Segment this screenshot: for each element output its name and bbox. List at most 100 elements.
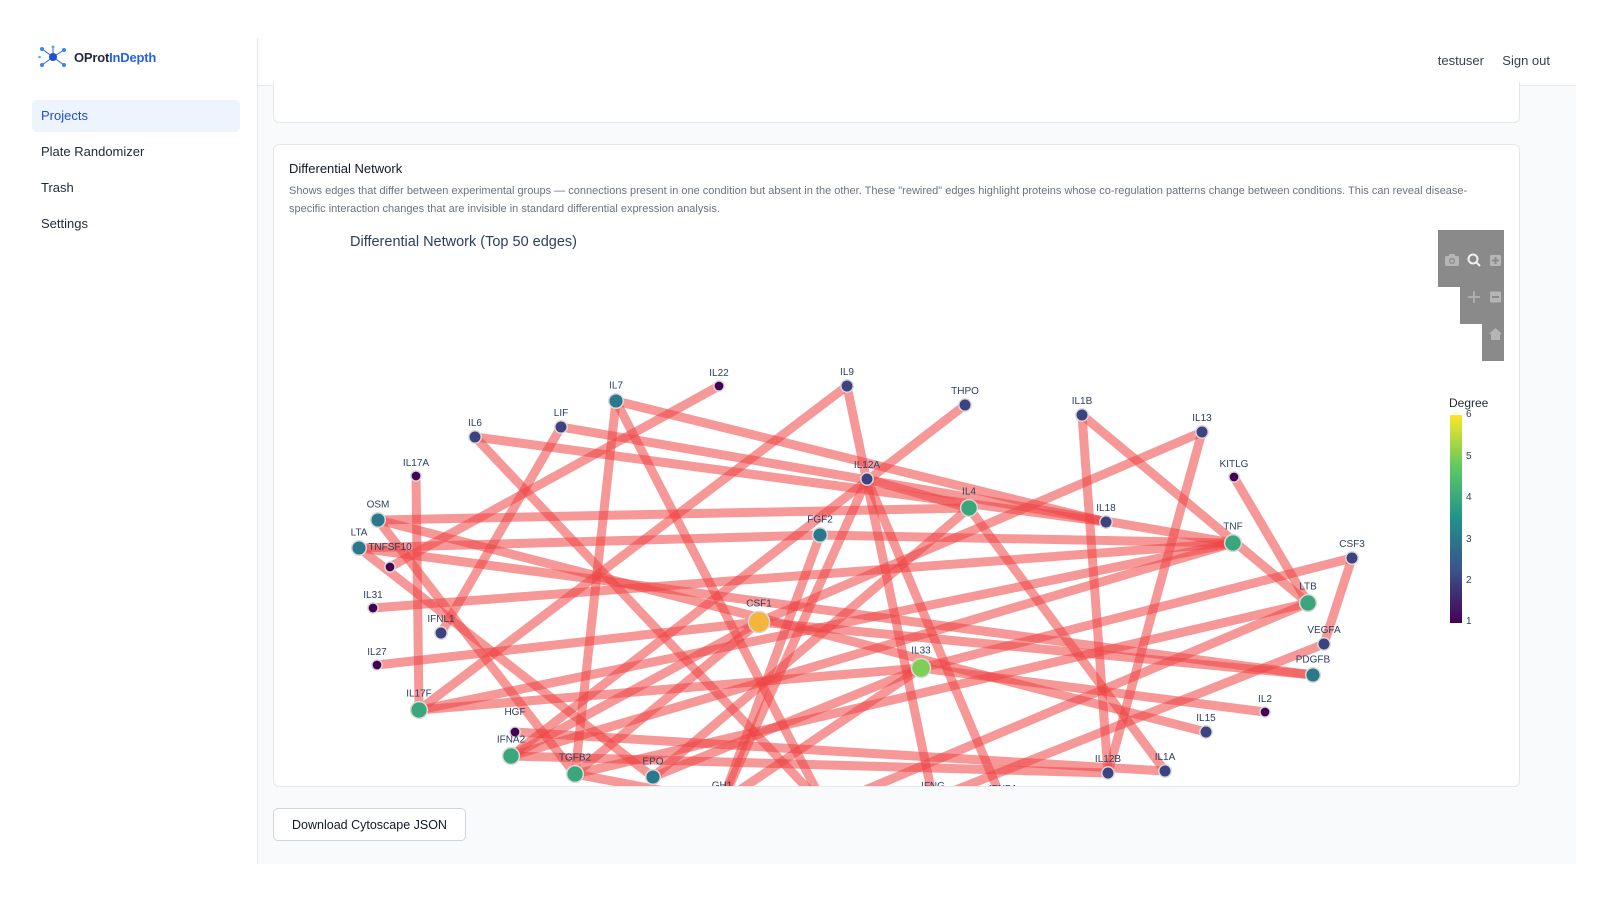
download-cytoscape-json-button[interactable]: Download Cytoscape JSON	[273, 808, 466, 841]
network-node[interactable]	[1223, 533, 1243, 553]
sidebar: OProtInDepth Projects Plate Randomizer T…	[32, 38, 256, 864]
network-node[interactable]	[409, 700, 429, 720]
network-node[interactable]	[468, 430, 482, 444]
network-node[interactable]	[371, 659, 383, 671]
network-edge	[1077, 414, 1113, 774]
network-node[interactable]	[713, 380, 725, 392]
brand-name-part: OProt	[74, 49, 110, 65]
sidebar-item-projects[interactable]: Projects	[32, 100, 240, 132]
node-label: IL12A	[854, 460, 880, 471]
zoom-icon[interactable]	[1467, 253, 1481, 267]
zoom-out-icon[interactable]	[1490, 291, 1501, 303]
node-label: TNFSF10	[368, 542, 412, 553]
network-node[interactable]	[369, 511, 387, 529]
plot-modebar	[1438, 230, 1504, 361]
node-label: IL4	[962, 487, 976, 498]
home-icon[interactable]	[1489, 328, 1502, 340]
network-node[interactable]	[1075, 408, 1089, 422]
network-node[interactable]	[384, 561, 396, 573]
camera-icon[interactable]	[1445, 254, 1459, 266]
network-node[interactable]	[554, 420, 568, 434]
node-label: IL27	[367, 647, 387, 658]
node-label: GH1	[712, 781, 733, 786]
network-node[interactable]	[607, 392, 625, 410]
pan-icon[interactable]	[1468, 291, 1480, 303]
sidebar-item-trash[interactable]: Trash	[32, 172, 240, 204]
node-label: IFNA2	[497, 735, 526, 746]
network-edge	[842, 385, 935, 786]
node-label: EPO	[642, 757, 663, 768]
network-node[interactable]	[1101, 766, 1115, 780]
network-node[interactable]	[350, 539, 368, 557]
network-node[interactable]	[434, 626, 448, 640]
page-bottom	[0, 864, 1600, 900]
brand-name: OProtInDepth	[74, 50, 156, 65]
network-node[interactable]	[811, 526, 829, 544]
node-label: IL9	[840, 367, 854, 378]
network-node[interactable]	[860, 472, 874, 486]
network-node[interactable]	[1345, 551, 1359, 565]
network-node[interactable]	[501, 746, 521, 766]
colorbar	[1450, 415, 1462, 623]
node-label: LTA	[351, 528, 368, 539]
network-node[interactable]	[958, 398, 972, 412]
network-node[interactable]	[1199, 725, 1213, 739]
network-node[interactable]	[1259, 706, 1271, 718]
brand-logo[interactable]: OProtInDepth	[38, 45, 156, 68]
node-label: IL17F	[406, 689, 432, 700]
network-node[interactable]	[1228, 471, 1240, 483]
node-label: IL13	[1192, 413, 1212, 424]
top-bar: testuser Sign out	[258, 38, 1576, 86]
network-node[interactable]	[1099, 515, 1113, 529]
zoom-in-icon[interactable]	[1490, 255, 1501, 266]
sign-out-link[interactable]: Sign out	[1502, 53, 1550, 68]
node-label: IFNG	[921, 781, 945, 786]
network-node[interactable]	[644, 768, 662, 786]
network-edge	[411, 475, 424, 711]
plot-title: Differential Network (Top 50 edges)	[350, 234, 577, 250]
network-edge	[376, 617, 760, 670]
node-label: IL6	[468, 418, 482, 429]
network-node[interactable]	[367, 602, 379, 614]
modebar-icons	[1445, 253, 1502, 340]
node-label: FGF2	[807, 515, 833, 526]
node-label: LIF	[554, 408, 568, 419]
node-label: CSF3	[1339, 539, 1365, 550]
node-label: IL1A	[1155, 752, 1176, 763]
node-label: IFNB1	[989, 784, 1018, 786]
node-label: IL1B	[1072, 396, 1093, 407]
network-node[interactable]	[910, 657, 932, 679]
network-node[interactable]	[1317, 637, 1331, 651]
sidebar-item-plate-randomizer[interactable]: Plate Randomizer	[32, 136, 240, 168]
network-node[interactable]	[1304, 666, 1322, 684]
colorbar-tick: 1	[1466, 616, 1472, 627]
network-node[interactable]	[747, 610, 771, 634]
node-label: OSM	[367, 500, 390, 511]
node-label: TGFB2	[559, 753, 592, 764]
network-node[interactable]	[565, 764, 585, 784]
colorbar-tick: 4	[1466, 492, 1472, 503]
node-label: LTB	[1299, 582, 1317, 593]
network-node[interactable]	[1158, 764, 1172, 778]
node-label: KITLG	[1220, 459, 1249, 470]
node-label: IL33	[911, 646, 931, 657]
app-window: OProtInDepth Projects Plate Randomizer T…	[32, 38, 1576, 864]
network-node[interactable]	[1195, 425, 1209, 439]
network-node[interactable]	[959, 498, 979, 518]
main-content: Differential Network Shows edges that di…	[258, 82, 1576, 864]
network-node[interactable]	[410, 470, 422, 482]
colorbar-tick: 3	[1466, 534, 1472, 545]
node-label: TNF	[1223, 522, 1242, 533]
node-label: IL2	[1258, 694, 1272, 705]
sidebar-item-settings[interactable]: Settings	[32, 208, 240, 240]
network-node[interactable]	[1298, 593, 1318, 613]
network-plot[interactable]: Differential Network (Top 50 edges) IL22…	[274, 145, 1519, 786]
network-logo-icon	[38, 45, 66, 67]
node-label: IL22	[709, 368, 729, 379]
username: testuser	[1437, 53, 1484, 68]
previous-card	[273, 82, 1520, 123]
node-label: IL12B	[1095, 754, 1121, 765]
node-label: CSF1	[746, 598, 772, 609]
network-node[interactable]	[840, 379, 854, 393]
node-label: IL31	[363, 590, 383, 601]
